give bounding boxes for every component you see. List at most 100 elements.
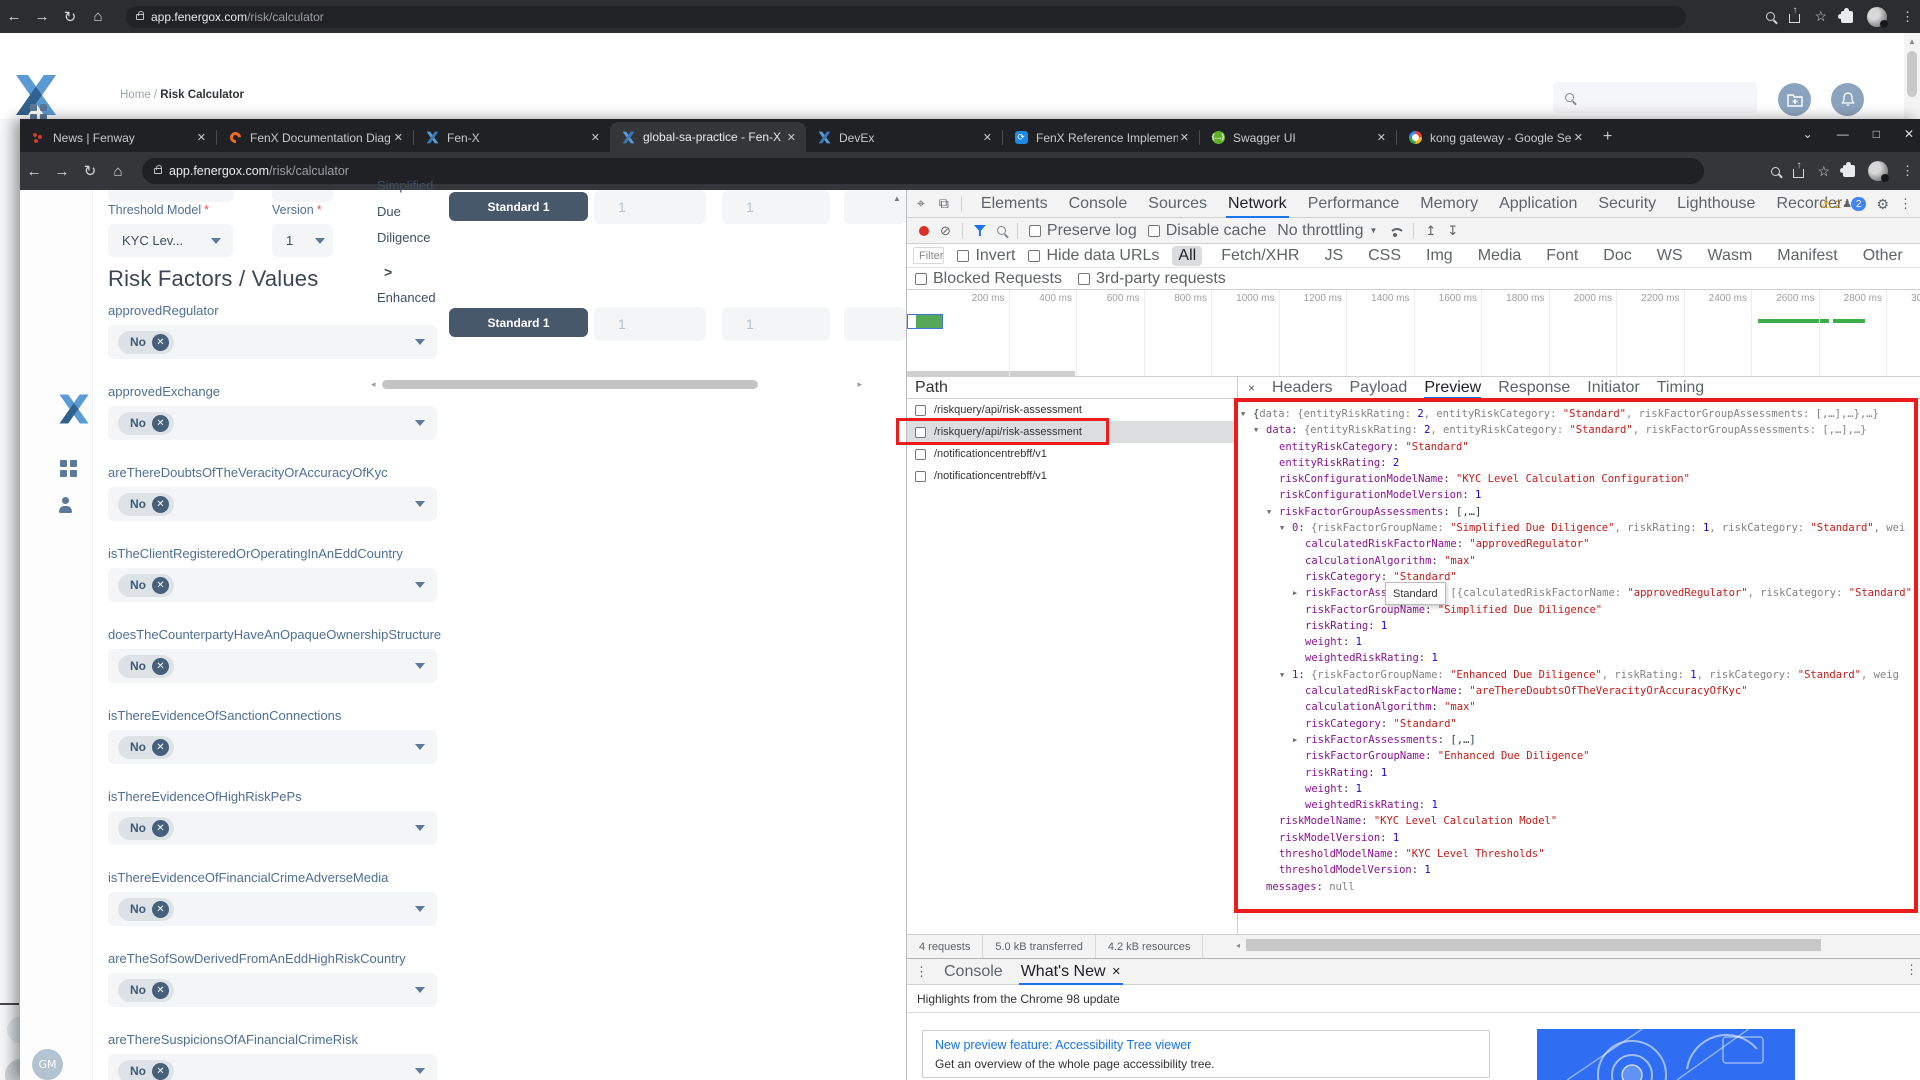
outer-address-bar[interactable]: app.fenergox.com/risk/calculator xyxy=(126,6,1686,28)
chip-remove-icon[interactable]: ✕ xyxy=(152,820,169,837)
minimize-icon[interactable]: — xyxy=(1837,127,1849,141)
request-type-wasm[interactable]: Wasm xyxy=(1702,246,1759,266)
sidebar-item-profile[interactable] xyxy=(60,496,70,514)
profile-avatar[interactable] xyxy=(1867,7,1887,27)
device-toolbar-icon[interactable]: ⧉ xyxy=(939,195,949,212)
value-chip[interactable]: No✕ xyxy=(118,979,174,1002)
request-type-media[interactable]: Media xyxy=(1472,246,1528,266)
request-type-doc[interactable]: Doc xyxy=(1597,246,1637,266)
scroll-left-arrow[interactable]: ◂ xyxy=(1236,941,1240,950)
search-icon[interactable] xyxy=(997,226,1006,235)
extensions-puzzle-icon[interactable] xyxy=(1843,165,1855,177)
tab-close-icon[interactable]: ✕ xyxy=(589,131,602,144)
outer-sidebar-dashboard-icon[interactable] xyxy=(30,98,37,116)
risk-factor-select[interactable]: No✕ xyxy=(108,973,437,1007)
window-tab[interactable]: kong gateway - Google Se✕ xyxy=(1397,123,1593,152)
value-chip[interactable]: No✕ xyxy=(118,493,174,516)
devtools-tab-security[interactable]: Security xyxy=(1596,190,1658,218)
requests-horizontal-scrollbar[interactable]: ◂ xyxy=(1234,938,1920,953)
request-type-img[interactable]: Img xyxy=(1420,246,1459,266)
devtools-tab-performance[interactable]: Performance xyxy=(1306,190,1402,218)
tab-search-icon[interactable]: ⌄ xyxy=(1803,127,1813,141)
close-icon[interactable]: ✕ xyxy=(1904,127,1914,141)
invert-checkbox[interactable]: Invert xyxy=(957,247,1015,265)
network-conditions-icon[interactable] xyxy=(1388,226,1402,236)
scrollbar-up-arrow[interactable]: ▲ xyxy=(1908,37,1916,46)
request-checkbox[interactable] xyxy=(915,449,926,460)
value-chip[interactable]: No✕ xyxy=(118,736,174,759)
risk-factor-select[interactable]: No✕ xyxy=(108,649,437,683)
maximize-icon[interactable]: □ xyxy=(1873,127,1880,141)
threshold-cell-partial[interactable] xyxy=(844,307,906,341)
clear-icon[interactable]: ⊘ xyxy=(940,223,951,239)
import-har-icon[interactable]: ↥ xyxy=(1425,223,1436,239)
threshold-cell[interactable]: 1 xyxy=(722,307,830,341)
reload-icon[interactable]: ↻ xyxy=(56,8,84,26)
response-tab-preview[interactable]: Preview xyxy=(1424,377,1481,399)
whats-new-card[interactable]: New preview feature: Accessibility Tree … xyxy=(922,1030,1490,1078)
devtools-menu-icon[interactable]: ⋮ xyxy=(1899,196,1912,212)
value-chip[interactable]: No✕ xyxy=(118,817,174,840)
app-scrollbar-up-arrow[interactable]: ▲ xyxy=(893,194,901,203)
threshold-model-select[interactable]: KYC Lev... xyxy=(108,224,233,257)
window-tab[interactable]: {…}Swagger UI✕ xyxy=(1200,123,1396,152)
chip-remove-icon[interactable]: ✕ xyxy=(152,982,169,999)
tab-close-icon[interactable]: ✕ xyxy=(785,131,798,144)
drawer-tab-whats-new[interactable]: What's New✕ xyxy=(1019,958,1123,985)
profile-avatar[interactable] xyxy=(1868,161,1888,181)
threshold-cell[interactable]: 1 xyxy=(594,190,706,224)
preserve-log-checkbox[interactable]: Preserve log xyxy=(1029,222,1137,240)
devtools-tab-lighthouse[interactable]: Lighthouse xyxy=(1675,190,1757,218)
request-checkbox[interactable] xyxy=(915,405,926,416)
request-checkbox[interactable] xyxy=(915,471,926,482)
close-tab-icon[interactable]: ✕ xyxy=(1112,965,1121,978)
home-icon[interactable]: ⌂ xyxy=(104,163,132,180)
chip-remove-icon[interactable]: ✕ xyxy=(152,577,169,594)
browser-menu-icon[interactable]: ⋮ xyxy=(1901,9,1914,25)
sidebar-item-dashboard[interactable] xyxy=(60,454,67,472)
scrollbar-thumb[interactable] xyxy=(1907,51,1917,97)
tab-close-icon[interactable]: ✕ xyxy=(1178,131,1191,144)
forward-icon[interactable]: → xyxy=(28,8,56,25)
chip-remove-icon[interactable]: ✕ xyxy=(152,415,169,432)
new-tab-icon[interactable]: + xyxy=(1603,128,1612,146)
request-type-other[interactable]: Other xyxy=(1857,246,1909,266)
window-tab[interactable]: ⟳FenX Reference Implement✕ xyxy=(1003,123,1199,152)
close-detail-icon[interactable]: × xyxy=(1248,381,1255,395)
version-select[interactable]: 1 xyxy=(272,224,333,257)
risk-factor-select[interactable]: No✕ xyxy=(108,892,437,926)
request-type-js[interactable]: JS xyxy=(1318,246,1349,266)
zoom-icon[interactable] xyxy=(1766,12,1775,21)
user-avatar[interactable]: GM xyxy=(32,1049,63,1080)
third-party-checkbox[interactable]: 3rd-party requests xyxy=(1078,270,1226,288)
tab-close-icon[interactable]: ✕ xyxy=(1375,131,1388,144)
request-type-all[interactable]: All xyxy=(1172,246,1202,266)
bookmark-star-icon[interactable]: ☆ xyxy=(1814,8,1827,25)
outer-page-scrollbar[interactable]: ▲ xyxy=(1904,33,1920,119)
scroll-left-arrow[interactable]: ◂ xyxy=(371,379,376,390)
horizontal-scrollbar[interactable]: ◂ ▸ xyxy=(371,378,862,391)
drawer-tab-console[interactable]: Console xyxy=(942,958,1005,985)
bookmark-star-icon[interactable]: ☆ xyxy=(1817,163,1830,180)
risk-factor-select[interactable]: No✕ xyxy=(108,568,437,602)
response-tab-headers[interactable]: Headers xyxy=(1272,377,1332,399)
value-chip[interactable]: No✕ xyxy=(118,574,174,597)
drawer-overflow-icon[interactable]: ⋮ xyxy=(1905,962,1918,978)
hide-data-urls-checkbox[interactable]: Hide data URLs xyxy=(1028,247,1159,265)
fenergo-logo[interactable] xyxy=(58,393,90,425)
tab-close-icon[interactable]: ✕ xyxy=(981,131,994,144)
response-tab-initiator[interactable]: Initiator xyxy=(1587,377,1639,399)
risk-factor-select[interactable]: No✕ xyxy=(108,406,437,440)
chip-remove-icon[interactable]: ✕ xyxy=(152,1063,169,1080)
risk-factor-select[interactable]: No✕ xyxy=(108,1054,437,1080)
chip-remove-icon[interactable]: ✕ xyxy=(152,901,169,918)
share-icon[interactable] xyxy=(1793,169,1804,178)
window-tab[interactable]: Fen-X✕ xyxy=(414,123,610,152)
home-icon[interactable]: ⌂ xyxy=(84,8,112,25)
scrollbar-thumb[interactable] xyxy=(382,380,758,389)
settings-gear-icon[interactable]: ⚙ xyxy=(1876,196,1889,213)
value-chip[interactable]: No✕ xyxy=(118,655,174,678)
tab-close-icon[interactable]: ✕ xyxy=(392,131,405,144)
add-folder-button[interactable] xyxy=(1778,83,1811,116)
notifications-bell-button[interactable] xyxy=(1831,83,1864,116)
